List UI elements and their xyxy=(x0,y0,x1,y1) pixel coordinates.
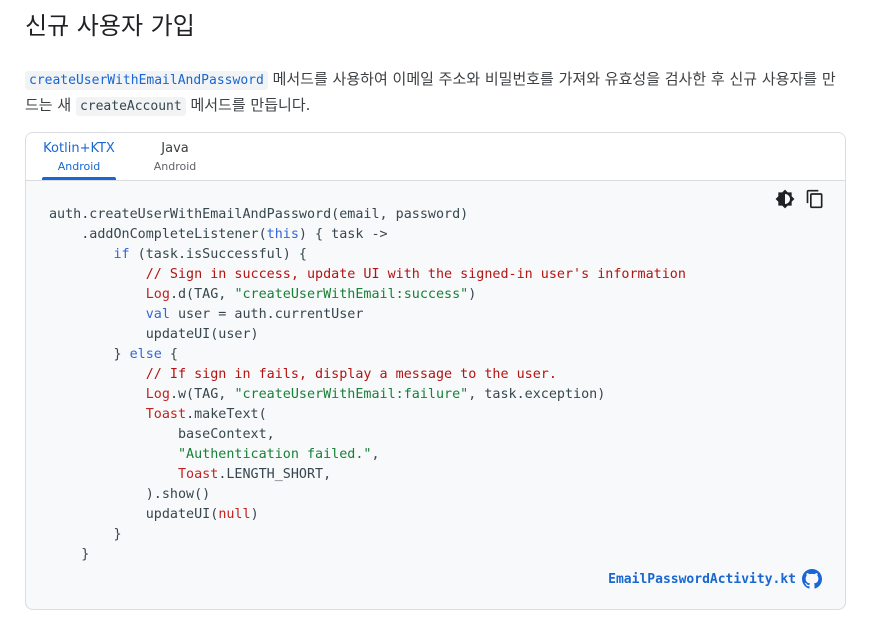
code-comment: // If sign in fails, display a message t… xyxy=(145,367,557,382)
tab-label: Java xyxy=(161,141,189,156)
section-description: createUserWithEmailAndPassword 메서드를 사용하여… xyxy=(25,67,845,119)
code-line: Log.w(TAG, "createUserWithEmail:failure"… xyxy=(145,387,606,402)
github-icon xyxy=(802,569,822,589)
tab-sublabel: Android xyxy=(57,160,101,173)
code-line: val user = auth.currentUser xyxy=(145,307,364,322)
method-link-createUserWithEmailAndPassword[interactable]: createUserWithEmailAndPassword xyxy=(25,71,268,90)
code-line: } xyxy=(113,527,122,542)
code-line: .addOnCompleteListener(this) { task -> xyxy=(49,227,388,242)
code-line: updateUI(null) xyxy=(145,507,259,522)
code-line: baseContext, xyxy=(178,427,275,442)
code-line: auth.createUserWithEmailAndPassword(emai… xyxy=(49,207,469,222)
description-text-2: 메서드를 만듭니다. xyxy=(185,96,311,114)
active-tab-indicator xyxy=(42,177,116,180)
code-line: if (task.isSuccessful) { xyxy=(113,247,308,262)
source-file-link[interactable]: EmailPasswordActivity.kt xyxy=(608,569,822,589)
code-line: Toast.LENGTH_SHORT, xyxy=(178,467,332,482)
code-line: ).show() xyxy=(145,487,211,502)
code-block: auth.createUserWithEmailAndPassword(emai… xyxy=(49,205,686,565)
tab-sublabel: Android xyxy=(153,160,197,173)
tab-kotlin-ktx[interactable]: Kotlin+KTX Android xyxy=(40,133,118,180)
code-line: } else { xyxy=(113,347,179,362)
code-line: updateUI(user) xyxy=(145,327,259,342)
source-file-label: EmailPasswordActivity.kt xyxy=(608,571,796,587)
tab-label: Kotlin+KTX xyxy=(43,141,115,156)
method-code-createAccount: createAccount xyxy=(75,97,186,116)
code-comment: // Sign in success, update UI with the s… xyxy=(145,267,686,282)
section-title: 신규 사용자 가입 xyxy=(25,12,195,40)
code-line: Log.d(TAG, "createUserWithEmail:success"… xyxy=(145,287,477,302)
code-toolbar xyxy=(775,189,825,209)
language-tabs: Kotlin+KTX Android Java Android xyxy=(26,133,845,181)
code-line: } xyxy=(81,547,90,562)
page: 신규 사용자 가입 createUserWithEmailAndPassword… xyxy=(0,0,873,625)
copy-icon[interactable] xyxy=(805,189,825,209)
code-line: Toast.makeText( xyxy=(145,407,267,422)
dark-mode-toggle-icon[interactable] xyxy=(775,189,795,209)
tab-java[interactable]: Java Android xyxy=(144,133,206,180)
code-line: "Authentication failed.", xyxy=(178,447,380,462)
code-sample-card: Kotlin+KTX Android Java Android auth.cre… xyxy=(25,132,846,610)
